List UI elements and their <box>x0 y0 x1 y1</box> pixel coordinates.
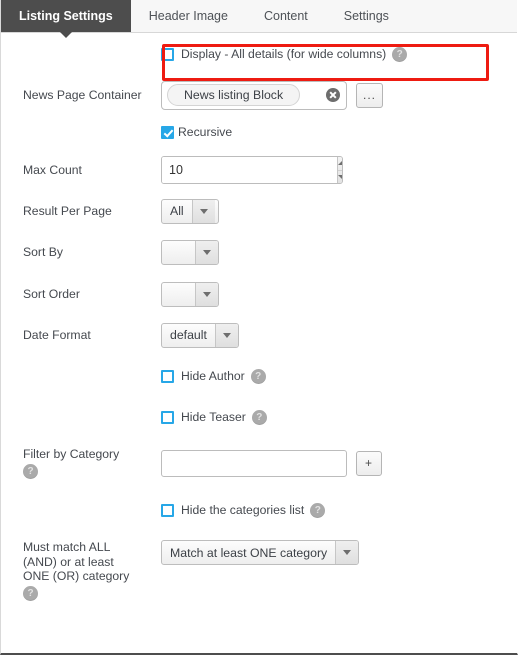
row-news-page-container: News Page Container News listing Block .… <box>1 75 517 115</box>
select-value: default <box>170 328 207 342</box>
chevron-down-icon[interactable] <box>195 240 218 264</box>
help-icon[interactable]: ? <box>23 585 38 601</box>
sort-order-field <box>161 281 517 307</box>
row-hide-author: Hide Author ? <box>1 355 517 397</box>
add-category-button[interactable]: + <box>356 450 382 476</box>
row-sort-by: Sort By <box>1 231 517 273</box>
max-count-label: Max Count <box>23 162 82 177</box>
clear-icon[interactable] <box>326 88 340 102</box>
max-count-stepper[interactable] <box>161 156 343 184</box>
tab-label: Header Image <box>148 9 228 23</box>
news-page-container-label: News Page Container <box>23 87 142 102</box>
tab-listing-settings[interactable]: Listing Settings <box>1 0 131 38</box>
help-icon[interactable]: ? <box>251 409 267 425</box>
tab-content[interactable]: Content <box>246 0 326 32</box>
date-format-select[interactable]: default <box>161 322 239 348</box>
sort-by-field <box>161 239 517 265</box>
stepper-down-icon[interactable] <box>338 171 342 184</box>
match-mode-select[interactable]: Match at least ONE category <box>161 540 360 565</box>
row-date-format: Date Format default <box>1 315 517 355</box>
match-mode-label: Must match ALL (AND) or at least ONE (OR… <box>23 540 130 583</box>
hide-teaser-label: Hide Teaser <box>181 410 246 424</box>
hide-teaser-checkbox[interactable] <box>161 410 174 424</box>
match-mode-field: Match at least ONE category <box>161 540 517 565</box>
tab-label: Content <box>263 9 308 23</box>
chevron-down-icon[interactable] <box>195 282 218 306</box>
max-count-field <box>161 156 517 184</box>
filter-by-category-label: Filter by Category <box>23 447 120 461</box>
row-filter-by-category: Filter by Category ? + <box>1 437 517 489</box>
select-value <box>162 241 195 264</box>
recursive-checkbox[interactable] <box>161 125 174 139</box>
row-max-count: Max Count <box>1 149 517 191</box>
result-per-page-select[interactable]: All <box>161 198 219 224</box>
row-display-all-details: Display - All details (for wide columns)… <box>1 33 517 75</box>
recursive-field: Recursive <box>161 125 517 139</box>
filter-by-category-input[interactable] <box>161 449 347 477</box>
display-all-details-checkbox[interactable] <box>161 47 174 61</box>
max-count-input[interactable] <box>162 157 337 183</box>
row-hide-teaser: Hide Teaser ? <box>1 397 517 437</box>
sort-order-label: Sort Order <box>23 286 80 301</box>
sort-by-label: Sort By <box>23 244 63 259</box>
news-page-container-field: News listing Block ... <box>161 80 517 110</box>
recursive-label: Recursive <box>178 125 233 139</box>
hide-author-checkbox[interactable] <box>161 369 174 383</box>
date-format-field: default <box>161 322 517 348</box>
tab-label: Settings <box>343 9 389 23</box>
settings-form: Display - All details (for wide columns)… <box>1 33 517 605</box>
selected-chip[interactable]: News listing Block <box>167 84 301 106</box>
select-value: All <box>170 204 184 218</box>
row-match-mode: Must match ALL (AND) or at least ONE (OR… <box>1 531 517 605</box>
hide-author-label: Hide Author <box>181 369 245 383</box>
result-per-page-field: All <box>161 198 517 224</box>
hide-categories-list-checkbox[interactable] <box>161 503 174 517</box>
match-mode-label-wrap: Must match ALL (AND) or at least ONE (OR… <box>1 540 161 601</box>
filter-by-category-field: + <box>161 449 517 477</box>
stepper-up-icon[interactable] <box>338 157 342 171</box>
hide-categories-list-field: Hide the categories list ? <box>161 502 517 518</box>
row-sort-order: Sort Order <box>1 273 517 315</box>
hide-author-field: Hide Author ? <box>161 368 517 384</box>
tab-settings[interactable]: Settings <box>326 0 407 32</box>
help-icon[interactable]: ? <box>250 368 266 384</box>
chevron-down-icon[interactable] <box>335 541 359 564</box>
stepper-buttons <box>337 157 342 184</box>
filter-by-category-label-wrap: Filter by Category ? <box>1 447 161 479</box>
help-icon[interactable]: ? <box>392 46 408 62</box>
sort-order-select[interactable] <box>161 281 219 307</box>
date-format-label: Date Format <box>23 327 91 342</box>
select-value: Match at least ONE category <box>170 545 328 560</box>
row-result-per-page: Result Per Page All <box>1 191 517 231</box>
row-recursive: Recursive <box>1 115 517 149</box>
row-hide-categories-list: Hide the categories list ? <box>1 489 517 531</box>
tab-bar: Listing Settings Header Image Content Se… <box>1 0 517 38</box>
result-per-page-label: Result Per Page <box>23 203 112 218</box>
chevron-down-icon[interactable] <box>191 199 215 223</box>
chevron-down-icon[interactable] <box>214 323 238 347</box>
select-value <box>162 283 195 306</box>
display-all-details-label: Display - All details (for wide columns) <box>181 47 387 61</box>
tab-label: Listing Settings <box>19 9 113 23</box>
help-icon[interactable]: ? <box>310 502 326 518</box>
hide-teaser-field: Hide Teaser ? <box>161 409 517 425</box>
display-all-details-field: Display - All details (for wide columns)… <box>161 46 517 62</box>
news-page-container-picker[interactable]: News listing Block <box>161 80 347 110</box>
browse-button[interactable]: ... <box>356 82 384 108</box>
help-icon[interactable]: ? <box>23 464 38 479</box>
tab-header-image[interactable]: Header Image <box>131 0 246 32</box>
hide-categories-list-label: Hide the categories list <box>181 503 305 517</box>
listing-settings-panel: Listing Settings Header Image Content Se… <box>0 0 518 655</box>
sort-by-select[interactable] <box>161 239 219 265</box>
